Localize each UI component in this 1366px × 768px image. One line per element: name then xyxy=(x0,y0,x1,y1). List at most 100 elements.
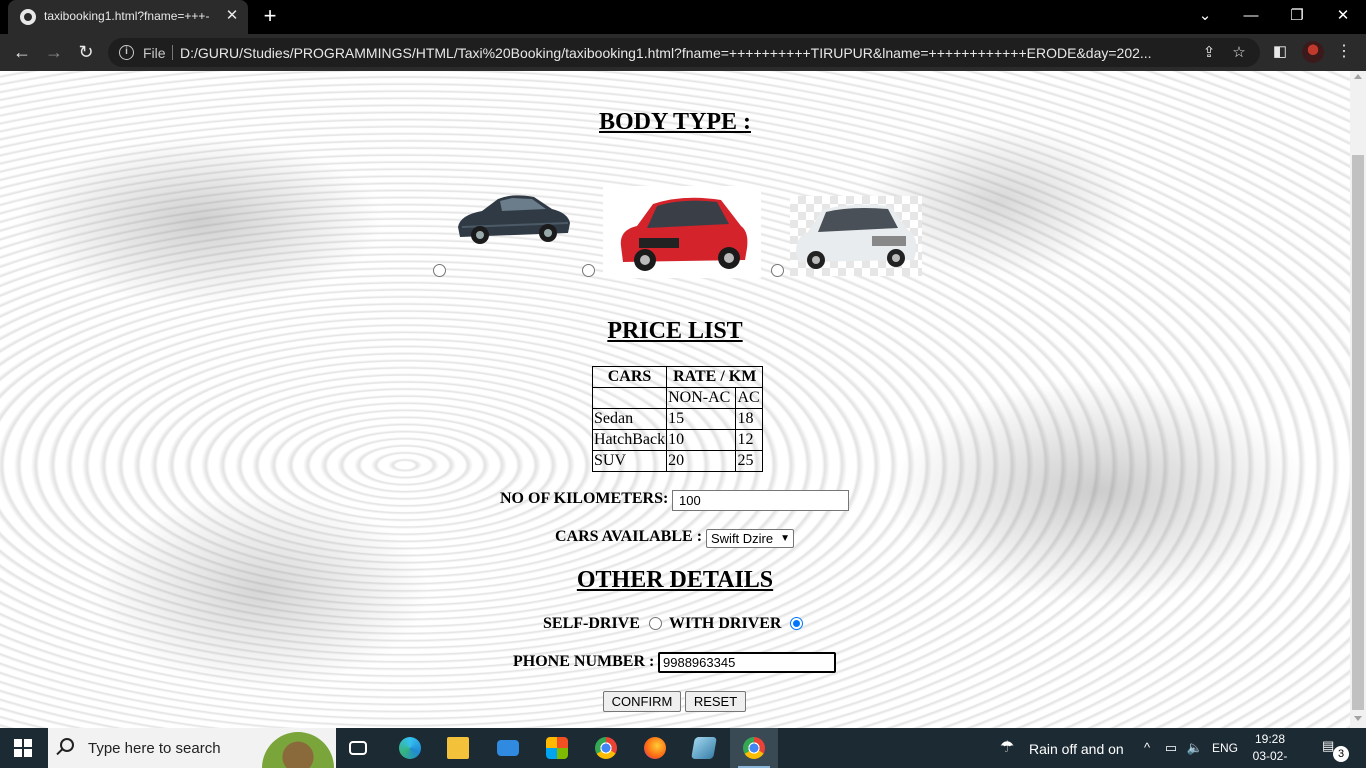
price-list-heading: PRICE LIST xyxy=(607,318,743,344)
taskbar-clock[interactable]: 19:28 03-02-2023 xyxy=(1240,731,1300,768)
firefox-app-button[interactable] xyxy=(631,728,679,768)
profile-avatar[interactable] xyxy=(1302,41,1324,63)
ac-subheader: AC xyxy=(735,387,764,409)
browser-tab[interactable]: taxibooking1.html?fname=+++- ✕ xyxy=(8,0,248,34)
mail-app-button[interactable] xyxy=(484,728,532,768)
scroll-thumb[interactable] xyxy=(1352,155,1364,710)
car-name-cell: SUV xyxy=(591,450,668,472)
search-placeholder: Type here to search xyxy=(88,740,221,757)
self-drive-label: SELF-DRIVE xyxy=(543,615,640,632)
windows-start-icon[interactable] xyxy=(14,739,32,757)
url-text[interactable]: D:/GURU/Studies/PROGRAMMINGS/HTML/Taxi%2… xyxy=(180,45,1190,61)
car-name-cell: Sedan xyxy=(591,408,668,430)
chrome-icon xyxy=(595,737,617,759)
minimize-button[interactable]: — xyxy=(1239,4,1263,28)
body-type-heading: BODY TYPE : xyxy=(598,109,751,135)
reload-button[interactable]: ↻ xyxy=(74,40,98,64)
windows-taskbar: Type here to search ☂ Rain off and on ^ … xyxy=(0,728,1366,768)
suv-car-image xyxy=(790,196,922,276)
phone-input[interactable]: 9988963345 xyxy=(658,652,836,673)
scroll-down-arrow-icon[interactable] xyxy=(1354,716,1362,721)
globe-icon xyxy=(20,9,36,25)
chrome-active-window-button[interactable] xyxy=(730,728,778,768)
language-indicator[interactable]: ENG xyxy=(1212,741,1238,755)
reset-button[interactable]: RESET xyxy=(685,691,746,712)
clock-time: 19:28 xyxy=(1254,732,1286,746)
edge-icon xyxy=(399,737,421,759)
table-row: HatchBack 10 12 xyxy=(591,429,764,451)
with-driver-label: WITH DRIVER xyxy=(669,615,782,632)
menu-kebab-icon[interactable]: ⋮ xyxy=(1334,40,1354,64)
address-bar[interactable]: i File D:/GURU/Studies/PROGRAMMINGS/HTML… xyxy=(108,38,1260,67)
with-driver-radio[interactable] xyxy=(790,617,803,630)
non-ac-rate-cell: 10 xyxy=(666,429,737,451)
chrome-app-button[interactable] xyxy=(582,728,630,768)
price-table: CARS RATE / KM NON-AC AC Sedan 15 18 Hat… xyxy=(591,366,764,472)
battery-icon[interactable]: ▭ xyxy=(1162,739,1180,757)
search-highlight-image xyxy=(262,732,334,768)
ac-rate-cell: 18 xyxy=(735,408,764,430)
close-tab-icon[interactable]: ✕ xyxy=(224,8,240,24)
task-view-button[interactable] xyxy=(336,728,384,768)
kilometers-input[interactable]: 100 xyxy=(672,490,849,511)
hatchback-radio[interactable] xyxy=(582,264,595,277)
volume-icon[interactable]: 🔈 xyxy=(1186,739,1204,757)
table-subheader-row: NON-AC AC xyxy=(591,387,764,409)
sedan-radio[interactable] xyxy=(433,264,446,277)
weather-rain-icon[interactable]: ☂ xyxy=(998,739,1016,757)
tab-search-icon[interactable]: ⌄ xyxy=(1193,4,1217,28)
back-button[interactable]: ← xyxy=(10,40,34,64)
restore-button[interactable]: ❐ xyxy=(1285,4,1309,28)
edge-app-button[interactable] xyxy=(386,728,434,768)
browser-tab-strip: taxibooking1.html?fname=+++- ✕ + ⌄ — ❐ ✕ xyxy=(0,0,1366,34)
clock-date: 03-02-2023 xyxy=(1252,749,1288,768)
chevron-down-icon: ▼ xyxy=(780,533,790,544)
task-view-icon xyxy=(349,741,367,755)
select-value: Swift Dzire xyxy=(711,531,774,546)
forward-button[interactable]: → xyxy=(42,40,66,64)
kilometers-label: NO OF KILOMETERS: xyxy=(500,490,669,507)
file-explorer-button[interactable] xyxy=(434,728,482,768)
mail-icon xyxy=(497,740,519,756)
share-icon[interactable]: ⇪ xyxy=(1198,42,1220,64)
folder-icon xyxy=(447,737,469,759)
sedan-car-image xyxy=(458,195,570,244)
suv-radio[interactable] xyxy=(771,264,784,277)
car-name-cell: HatchBack xyxy=(591,429,668,451)
search-icon xyxy=(60,738,74,752)
scroll-up-arrow-icon[interactable] xyxy=(1354,74,1362,79)
new-tab-button[interactable]: + xyxy=(259,5,281,27)
ac-rate-cell: 25 xyxy=(735,450,764,472)
non-ac-rate-cell: 15 xyxy=(666,408,737,430)
tab-title: taxibooking1.html?fname=+++- xyxy=(44,9,210,23)
other-details-heading: OTHER DETAILS xyxy=(576,567,774,593)
cars-available-select[interactable]: Swift Dzire ▼ xyxy=(706,529,794,548)
non-ac-subheader: NON-AC xyxy=(666,387,737,409)
table-row: Sedan 15 18 xyxy=(591,408,764,430)
side-panel-icon[interactable]: ◧ xyxy=(1268,40,1292,64)
ac-rate-cell: 12 xyxy=(735,429,764,451)
table-cell xyxy=(591,387,668,409)
notepad-icon xyxy=(691,737,717,759)
info-icon[interactable]: i xyxy=(119,45,134,60)
taskbar-search-box[interactable]: Type here to search xyxy=(48,728,336,768)
firefox-icon xyxy=(644,737,666,759)
weather-text[interactable]: Rain off and on xyxy=(1029,741,1124,757)
vertical-scrollbar[interactable] xyxy=(1350,71,1366,728)
page-content: BODY TYPE : PRICE LIST CARS RATE / KM NO xyxy=(0,71,1350,728)
show-hidden-icons-icon[interactable]: ^ xyxy=(1138,739,1156,757)
store-app-button[interactable] xyxy=(533,728,581,768)
confirm-button[interactable]: CONFIRM xyxy=(603,691,681,712)
notification-count-badge: 3 xyxy=(1333,746,1349,762)
self-drive-radio[interactable] xyxy=(649,617,662,630)
notepad-app-button[interactable] xyxy=(680,728,728,768)
rate-column-header: RATE / KM xyxy=(666,366,764,388)
non-ac-rate-cell: 20 xyxy=(666,450,737,472)
address-divider xyxy=(172,45,173,60)
bookmark-star-icon[interactable]: ☆ xyxy=(1228,42,1250,64)
chrome-profile-icon xyxy=(743,737,765,759)
table-header-row: CARS RATE / KM xyxy=(591,366,764,388)
close-window-button[interactable]: ✕ xyxy=(1331,4,1355,28)
cars-column-header: CARS xyxy=(591,366,668,388)
phone-label: PHONE NUMBER : xyxy=(513,653,655,670)
